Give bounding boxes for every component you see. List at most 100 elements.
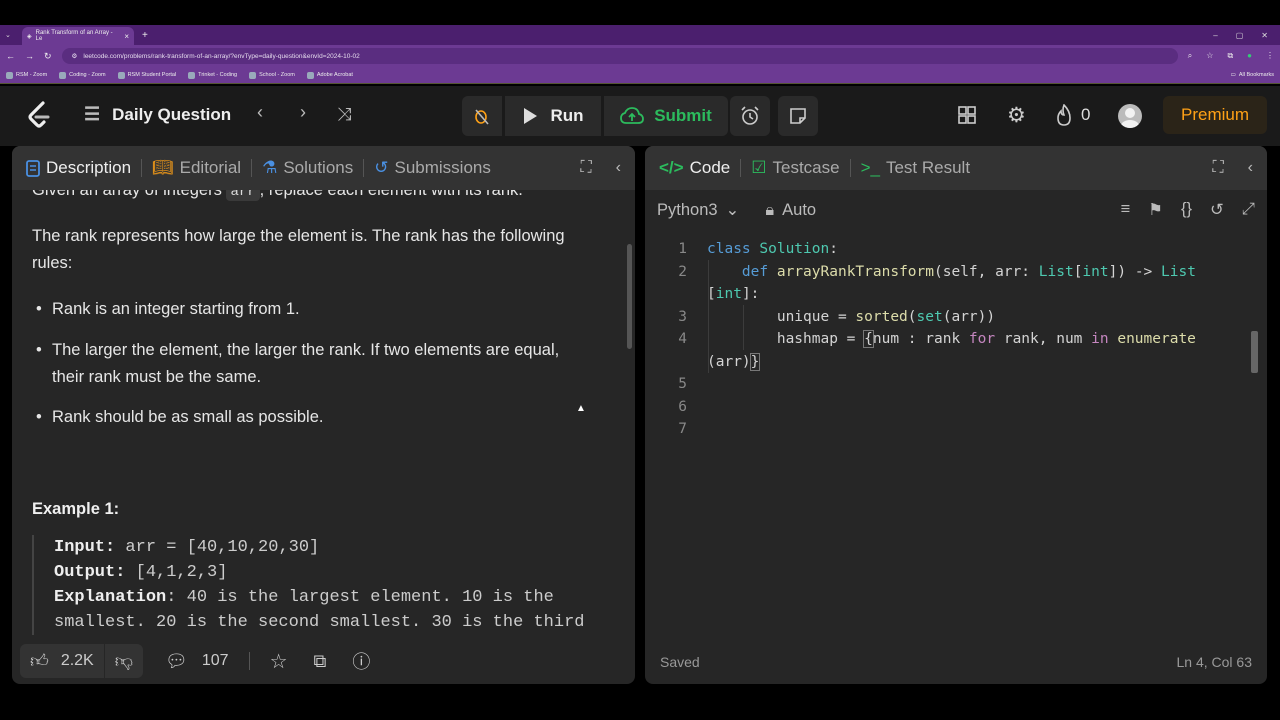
favorite-star-icon[interactable]: ☆	[270, 649, 288, 674]
braces-icon[interactable]: {}	[1181, 200, 1192, 220]
reset-icon[interactable]: ↺	[1210, 200, 1224, 220]
panel-controls: ⛶ ‹	[580, 159, 621, 177]
streak-counter[interactable]: 0	[1055, 104, 1090, 126]
tab-submissions[interactable]: ↺ Submissions	[374, 158, 501, 178]
timer-button[interactable]	[730, 96, 770, 136]
share-icon[interactable]: ⧉	[314, 651, 327, 672]
left-panel-tabs: Description 📖︎ Editorial ⚗ Solutions ↺ S…	[12, 146, 635, 190]
layout-icon[interactable]	[957, 105, 977, 125]
debug-button[interactable]	[462, 96, 502, 136]
address-bar[interactable]: ⚙ leetcode.com/problems/rank-transform-o…	[61, 48, 1178, 64]
tab-editorial[interactable]: 📖︎ Editorial	[152, 158, 251, 178]
tab-solutions[interactable]: ⚗ Solutions	[262, 158, 363, 178]
bookmark-item[interactable]: RSM - Zoom	[6, 71, 47, 79]
like-button[interactable]: 👍︎ 2.2K	[20, 644, 104, 678]
menu-icon[interactable]: ⋮	[1266, 51, 1274, 61]
bookmark-item[interactable]: RSM Student Portal	[117, 71, 176, 79]
next-question-icon[interactable]: ›	[300, 102, 306, 123]
description-scrollbar[interactable]	[627, 196, 633, 636]
thumbs-up-icon: 👍︎	[30, 651, 49, 671]
close-tab-icon[interactable]: ×	[124, 32, 129, 41]
bookmark-item[interactable]: Trinket - Coding	[188, 71, 237, 79]
line-number: 5	[678, 376, 687, 392]
maximize-icon[interactable]: ▢	[1236, 31, 1244, 40]
terminal-icon: >_	[860, 158, 880, 177]
all-bookmarks[interactable]: ▭ All Bookmarks	[1231, 72, 1274, 78]
code-line: class Solution:	[707, 241, 838, 257]
profile-icon[interactable]: ●	[1247, 51, 1252, 61]
dislike-button[interactable]: 👎︎	[105, 644, 143, 678]
extensions-icon[interactable]: ⧉	[1227, 51, 1233, 61]
code-panel: </> Code ☑ Testcase >_ Test Result ⛶ ‹ P…	[645, 146, 1267, 684]
code-editor[interactable]: 1 2 3 4 5 6 7 class Solution: def arrayR…	[645, 238, 1253, 618]
browser-tab[interactable]: ◈ Rank Transform of an Array - Le ×	[22, 27, 134, 45]
vote-group: 👍︎ 2.2K 👎︎	[20, 644, 144, 678]
comments-button[interactable]: 💬︎ 107	[165, 651, 229, 672]
help-icon[interactable]: ⓘ	[352, 648, 370, 674]
tab-divider	[740, 159, 742, 177]
run-button[interactable]: Run	[505, 96, 601, 136]
bookmark-favicon-icon	[188, 71, 196, 79]
format-icon[interactable]: ≡	[1121, 200, 1131, 220]
submit-button[interactable]: Submit	[604, 96, 728, 136]
settings-gear-icon[interactable]: ⚙	[1007, 103, 1026, 128]
premium-button[interactable]: Premium	[1163, 96, 1267, 134]
checkbox-icon: ☑	[751, 158, 767, 177]
auto-label: Auto	[782, 200, 817, 219]
scrollbar-thumb[interactable]	[627, 244, 632, 349]
collapse-panel-icon[interactable]: ‹	[1248, 159, 1253, 177]
bookmark-star-icon[interactable]: ☆	[1206, 51, 1213, 61]
tab-description[interactable]: Description	[26, 158, 141, 178]
tab-list-icon[interactable]: ⌄	[5, 31, 11, 39]
avatar[interactable]	[1118, 104, 1142, 128]
bookmark-favicon-icon	[6, 71, 13, 79]
bookmark-favicon-icon	[306, 71, 314, 79]
fullscreen-icon[interactable]: ⤢	[1242, 200, 1255, 220]
zoom-icon[interactable]: ⌕	[1188, 51, 1192, 61]
tab-code[interactable]: </> Code	[659, 158, 740, 178]
browser-actions: ⌕ ☆ ⧉ ● ⋮	[1188, 51, 1274, 61]
lock-icon: 🔒︎	[765, 200, 775, 219]
bookmark-icon[interactable]: ⚑	[1148, 200, 1163, 220]
bookmark-item[interactable]: Coding - Zoom	[59, 71, 106, 79]
minimize-icon[interactable]: –	[1213, 31, 1217, 40]
line-number: 6	[678, 398, 687, 415]
save-status: Saved	[660, 654, 700, 670]
shuffle-icon[interactable]: ⤨	[337, 104, 351, 125]
line-number: 1	[678, 241, 687, 257]
daily-question-nav[interactable]: ☰ Daily Question	[84, 104, 231, 125]
tab-divider	[849, 159, 851, 177]
mouse-cursor-icon: ▲	[576, 403, 586, 414]
notes-button[interactable]	[778, 96, 818, 136]
tab-testcase[interactable]: ☑ Testcase	[751, 158, 849, 178]
maximize-panel-icon[interactable]: ⛶	[1212, 159, 1223, 177]
editor-scrollbar-thumb[interactable]	[1251, 331, 1258, 373]
maximize-panel-icon[interactable]: ⛶	[580, 159, 591, 177]
example-input: Input: arr = [40,10,20,30]	[54, 538, 320, 557]
bug-icon	[475, 109, 489, 125]
auto-mode[interactable]: 🔒︎ Auto	[765, 201, 816, 220]
tab-test-result[interactable]: >_ Test Result	[861, 158, 980, 178]
cloud-upload-icon	[620, 107, 645, 124]
bookmark-item[interactable]: Adobe Acrobat	[306, 71, 353, 79]
collapse-panel-icon[interactable]: ‹	[616, 159, 621, 177]
new-tab-icon[interactable]: +	[142, 30, 148, 41]
forward-icon[interactable]: →	[25, 51, 34, 61]
code-line: def arrayRankTransform(self, arr: List[i…	[741, 263, 1196, 280]
close-window-icon[interactable]: ✕	[1261, 31, 1268, 40]
prev-question-icon[interactable]: ‹	[257, 102, 263, 123]
language-select[interactable]: Python3 ⌄	[657, 200, 739, 220]
list-item: • Rank should be as small as possible.	[32, 404, 323, 431]
leetcode-logo[interactable]	[26, 101, 54, 131]
intro-paragraph: Given an array of integers arr, replace …	[32, 190, 523, 206]
bullet-icon: •	[36, 341, 42, 359]
note-icon	[790, 108, 806, 124]
back-icon[interactable]: ←	[6, 51, 15, 61]
bookmark-item[interactable]: School - Zoom	[249, 71, 295, 79]
list-item: • The larger the element, the larger the…	[32, 337, 559, 391]
folder-icon: ▭	[1230, 72, 1236, 78]
problem-description: Given an array of integers arr, replace …	[32, 190, 607, 638]
site-info-icon[interactable]: ⚙	[72, 52, 78, 60]
line-number: 7	[678, 421, 687, 437]
reload-icon[interactable]: ↻	[44, 51, 52, 62]
